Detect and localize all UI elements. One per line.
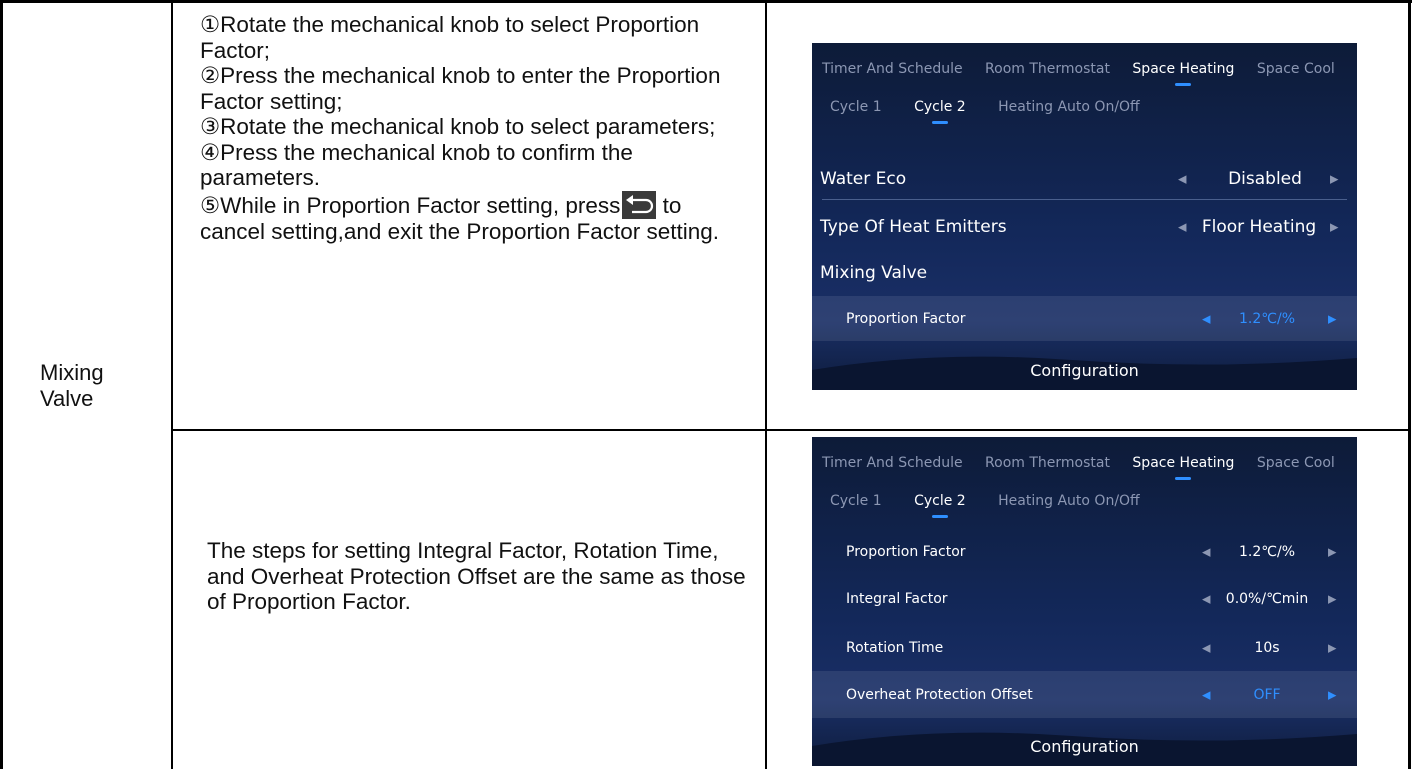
setting-row-overheat-offset[interactable]: Overheat Protection Offset ◀ OFF ▶ — [812, 671, 1357, 718]
arrow-left-icon[interactable]: ◀ — [1202, 593, 1210, 606]
setting-name: Rotation Time — [846, 640, 944, 656]
setting-name: Integral Factor — [846, 591, 948, 607]
tab-room-thermostat[interactable]: Room Thermostat — [985, 455, 1110, 471]
instruction-table: Mixing Valve ①Rotate the mechanical knob… — [0, 0, 1412, 769]
step-5-text-before: ⑤While in Proportion Factor setting, pre… — [200, 192, 621, 218]
table-border-top — [0, 0, 1412, 3]
setting-name: Type Of Heat Emitters — [820, 217, 1007, 237]
tab-space-cooling[interactable]: Space Cool — [1257, 455, 1335, 471]
step-4: ④Press the mechanical knob to confirm th… — [200, 139, 633, 191]
top-tab-bar: Timer And Schedule Room Thermostat Space… — [822, 61, 1353, 86]
setting-value: Floor Heating — [1201, 217, 1317, 237]
note-text: The steps for setting Integral Factor, R… — [207, 538, 746, 614]
step-1: ①Rotate the mechanical knob to select Pr… — [200, 12, 700, 63]
subtab-cycle-1[interactable]: Cycle 1 — [830, 493, 882, 509]
arrow-right-icon[interactable]: ▶ — [1328, 593, 1336, 606]
setting-value: 10s — [1254, 640, 1280, 656]
tab-timer-and-schedule[interactable]: Timer And Schedule — [822, 61, 963, 77]
arrow-right-icon[interactable]: ▶ — [1328, 688, 1336, 701]
subtab-heating-auto[interactable]: Heating Auto On/Off — [998, 99, 1140, 115]
configuration-title: Configuration — [1030, 737, 1139, 756]
setting-row-integral-factor[interactable]: Integral Factor ◀ 0.0%/℃min ▶ — [812, 581, 1357, 617]
arrow-left-icon[interactable]: ◀ — [1178, 173, 1186, 186]
column-divider-1 — [171, 0, 173, 769]
table-border-left — [0, 0, 3, 769]
setting-row-rotation-time[interactable]: Rotation Time ◀ 10s ▶ — [812, 630, 1357, 666]
setting-name: Proportion Factor — [846, 310, 966, 327]
arrow-left-icon[interactable]: ◀ — [1202, 312, 1210, 325]
arrow-left-icon[interactable]: ◀ — [1202, 688, 1210, 701]
top-tab-bar: Timer And Schedule Room Thermostat Space… — [822, 455, 1353, 480]
setting-value: 1.2℃/% — [1238, 310, 1295, 327]
setting-value: Disabled — [1228, 169, 1302, 189]
instruction-steps: ①Rotate the mechanical knob to select Pr… — [200, 12, 750, 244]
setting-name: Proportion Factor — [846, 544, 966, 560]
sub-tab-bar: Cycle 1 Cycle 2 Heating Auto On/Off — [830, 493, 1168, 518]
step-2: ②Press the mechanical knob to enter the … — [200, 63, 721, 114]
device-screen-2: Timer And Schedule Room Thermostat Space… — [812, 437, 1357, 766]
arrow-right-icon[interactable]: ▶ — [1330, 221, 1338, 234]
tab-timer-and-schedule[interactable]: Timer And Schedule — [822, 455, 963, 471]
arrow-left-icon[interactable]: ◀ — [1202, 642, 1210, 655]
setting-name: Water Eco — [820, 169, 907, 189]
sub-tab-bar: Cycle 1 Cycle 2 Heating Auto On/Off — [830, 99, 1168, 124]
setting-value: 0.0%/℃min — [1225, 591, 1309, 607]
divider — [822, 199, 1347, 200]
tab-space-heating[interactable]: Space Heating — [1132, 455, 1234, 480]
arrow-right-icon[interactable]: ▶ — [1330, 173, 1338, 186]
arrow-right-icon[interactable]: ▶ — [1328, 642, 1336, 655]
setting-row-proportion-factor[interactable]: Proportion Factor ◀ 1.2℃/% ▶ — [812, 296, 1357, 341]
setting-value: 1.2℃/% — [1238, 544, 1295, 560]
tab-space-heating[interactable]: Space Heating — [1132, 61, 1234, 86]
row-divider — [171, 429, 1411, 431]
device-screen-1: Timer And Schedule Room Thermostat Space… — [812, 43, 1357, 390]
setting-name: Overheat Protection Offset — [846, 686, 1033, 703]
back-arrow-icon — [622, 190, 657, 219]
tab-space-cooling[interactable]: Space Cool — [1257, 61, 1335, 77]
arrow-right-icon[interactable]: ▶ — [1328, 546, 1336, 559]
setting-value: OFF — [1253, 686, 1281, 703]
arrow-left-icon[interactable]: ◀ — [1202, 546, 1210, 559]
section-title: Mixing Valve — [820, 263, 928, 283]
step-3: ③Rotate the mechanical knob to select pa… — [200, 114, 716, 139]
arrow-right-icon[interactable]: ▶ — [1328, 312, 1336, 325]
configuration-title: Configuration — [1030, 361, 1139, 380]
table-border-right — [1408, 0, 1411, 769]
row-label: Mixing Valve — [40, 360, 160, 412]
subtab-cycle-1[interactable]: Cycle 1 — [830, 99, 882, 115]
row-label-line1: Mixing — [40, 360, 104, 385]
subtab-cycle-2[interactable]: Cycle 2 — [914, 99, 966, 124]
step-5: ⑤While in Proportion Factor setting, pre… — [200, 190, 750, 245]
section-mixing-valve: Mixing Valve — [812, 255, 1357, 291]
setting-row-proportion-factor[interactable]: Proportion Factor ◀ 1.2℃/% ▶ — [812, 534, 1357, 570]
setting-row-heat-emitters[interactable]: Type Of Heat Emitters ◀ Floor Heating ▶ — [812, 209, 1357, 245]
setting-row-water-eco[interactable]: Water Eco ◀ Disabled ▶ — [812, 161, 1357, 197]
subtab-cycle-2[interactable]: Cycle 2 — [914, 493, 966, 518]
row-label-line2: Valve — [40, 386, 94, 411]
subtab-heating-auto[interactable]: Heating Auto On/Off — [998, 493, 1140, 509]
column-divider-2 — [765, 0, 767, 769]
tab-room-thermostat[interactable]: Room Thermostat — [985, 61, 1110, 77]
